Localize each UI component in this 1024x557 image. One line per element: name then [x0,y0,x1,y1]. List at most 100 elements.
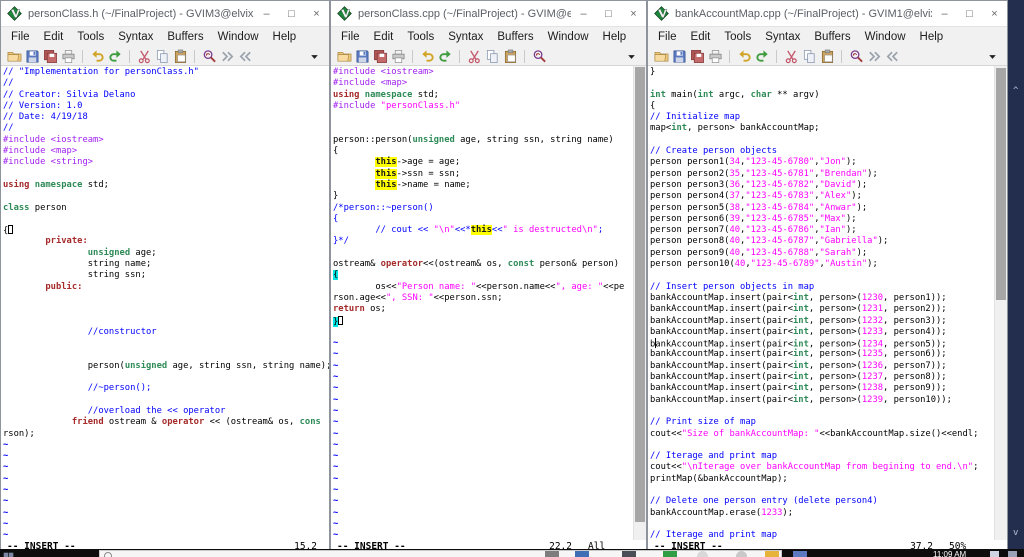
menu-window[interactable]: Window [858,31,913,43]
titlebar[interactable]: personClass.h (~/FinalProject) - GVIM3@e… [1,1,329,26]
code-line: bankAccountMap.insert(pair<int, person>(… [650,327,994,338]
start-button[interactable] [3,550,14,557]
code-token: person person2( [650,168,730,179]
tray-icon[interactable] [990,551,999,557]
code-token: map< [650,123,672,134]
open-icon[interactable] [654,49,669,64]
menu-tools[interactable]: Tools [70,31,111,43]
menu-window[interactable]: Window [541,31,596,43]
menu-file[interactable]: File [334,31,367,43]
menu-buffers[interactable]: Buffers [807,31,857,43]
menu-tools[interactable]: Tools [717,31,758,43]
tray-icon[interactable] [1008,551,1017,557]
code-token: person person10( [650,259,735,270]
code-editor[interactable]: // "Implementation for personClass.h"///… [1,66,329,540]
print-icon[interactable] [708,49,723,64]
print-icon[interactable] [61,49,76,64]
minimize-button[interactable]: – [932,1,957,26]
open-icon[interactable] [7,49,22,64]
maximize-button[interactable]: □ [596,1,621,26]
vertical-scrollbar[interactable] [994,66,1007,540]
menu-buffers[interactable]: Buffers [490,31,540,43]
vertical-scrollbar[interactable] [633,66,646,540]
cut-icon[interactable] [137,49,152,64]
scrollbar-thumb[interactable] [996,68,1006,301]
minimize-button[interactable]: – [254,1,279,26]
save-all-icon[interactable] [43,49,58,64]
taskbar-clock[interactable]: 11:09 AM [933,550,966,557]
find-next-icon[interactable] [867,49,882,64]
overflow-icon[interactable] [624,49,639,64]
menu-buffers[interactable]: Buffers [160,31,210,43]
menu-edit[interactable]: Edit [684,31,718,43]
cut-icon[interactable] [467,49,482,64]
undo-icon[interactable] [420,49,435,64]
menu-file[interactable]: File [651,31,684,43]
redo-icon[interactable] [755,49,770,64]
find-prev-icon[interactable] [885,49,900,64]
taskbar-app-icon-folder[interactable] [765,551,779,557]
redo-icon[interactable] [108,49,123,64]
menu-window[interactable]: Window [211,31,266,43]
taskbar-search-box[interactable] [99,550,782,557]
taskbar-app-icon[interactable] [545,551,559,557]
copy-icon[interactable] [155,49,170,64]
menu-syntax[interactable]: Syntax [758,31,807,43]
save-icon[interactable] [672,49,687,64]
print-icon[interactable] [391,49,406,64]
cut-icon[interactable] [784,49,799,64]
menu-syntax[interactable]: Syntax [441,31,490,43]
menu-file[interactable]: File [4,31,37,43]
close-button[interactable]: × [982,1,1007,26]
maximize-button[interactable]: □ [279,1,304,26]
find-replace-icon[interactable] [532,49,547,64]
menu-help[interactable]: Help [266,31,304,43]
taskbar-app-icon[interactable] [622,551,636,557]
window-controls: – □ × [571,1,646,26]
save-all-icon[interactable] [373,49,388,64]
taskbar-app-icon[interactable] [793,551,807,557]
menu-syntax[interactable]: Syntax [111,31,160,43]
save-all-icon[interactable] [690,49,705,64]
code-line: ~ [333,429,633,440]
code-editor[interactable]: #include <iostream> #include <map> using n… [331,66,633,540]
open-icon[interactable] [337,49,352,64]
find-replace-icon[interactable] [849,49,864,64]
menu-edit[interactable]: Edit [367,31,401,43]
menu-help[interactable]: Help [913,31,951,43]
close-button[interactable]: × [304,1,329,26]
paste-icon[interactable] [820,49,835,64]
code-token: 40 [734,259,746,270]
find-replace-icon[interactable] [202,49,217,64]
undo-icon[interactable] [737,49,752,64]
find-next-icon[interactable] [220,49,235,64]
code-token: printMap(&bankAccountMap); [650,473,788,484]
code-line: ~ [333,338,633,349]
overflow-icon[interactable] [985,49,1000,64]
scrollbar-thumb[interactable] [635,67,645,523]
paste-icon[interactable] [173,49,188,64]
titlebar[interactable]: personClass.cpp (~/FinalProject) - GVIM@… [331,1,646,26]
menu-edit[interactable]: Edit [37,31,71,43]
taskbar-app-icon[interactable] [697,551,708,557]
menu-tools[interactable]: Tools [400,31,441,43]
minimize-button[interactable]: – [571,1,596,26]
close-button[interactable]: × [621,1,646,26]
save-icon[interactable] [355,49,370,64]
maximize-button[interactable]: □ [957,1,982,26]
taskbar-app-icon[interactable] [736,551,747,557]
code-editor[interactable]: } int main(int argc, char ** argv){// Ini… [648,66,994,540]
copy-icon[interactable] [802,49,817,64]
taskbar-app-icon[interactable] [575,551,589,557]
titlebar[interactable]: bankAccountMap.cpp (~/FinalProject) - GV… [648,1,1007,26]
undo-icon[interactable] [90,49,105,64]
overflow-icon[interactable] [307,49,322,64]
redo-icon[interactable] [438,49,453,64]
find-prev-icon[interactable] [238,49,253,64]
menu-help[interactable]: Help [596,31,634,43]
taskbar-app-icon-vim[interactable] [663,551,677,557]
save-icon[interactable] [25,49,40,64]
paste-icon[interactable] [503,49,518,64]
copy-icon[interactable] [485,49,500,64]
